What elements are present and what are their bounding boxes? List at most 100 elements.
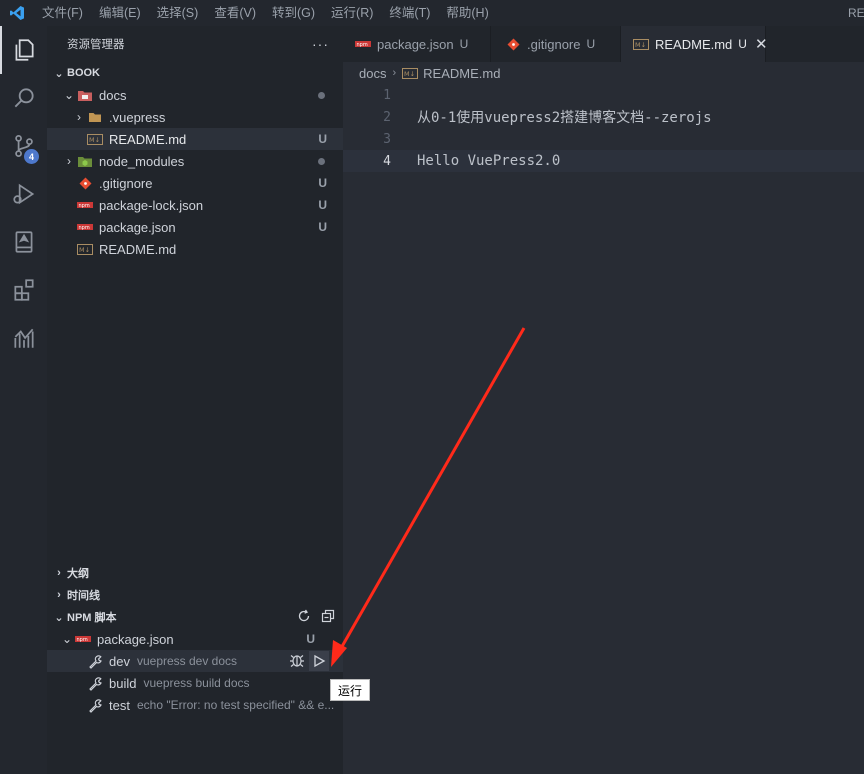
tree-item-node-modules[interactable]: › node_modules	[47, 150, 343, 172]
tab-package-json[interactable]: npm package.json U	[343, 26, 491, 62]
code-line[interactable]: 3	[343, 128, 864, 150]
markdown-file-icon: M↓	[77, 242, 93, 256]
git-status-untracked: U	[318, 198, 327, 212]
menu-selection[interactable]: 选择(S)	[149, 0, 207, 26]
vscode-logo-icon	[0, 0, 34, 26]
tree-item-label: .vuepress	[109, 109, 166, 125]
tree-item-docs[interactable]: ⌄ docs	[47, 84, 343, 106]
breadcrumb-folder[interactable]: docs	[359, 66, 386, 81]
tab-git-status: U	[459, 37, 469, 51]
search-icon[interactable]	[0, 74, 47, 122]
modified-dot	[318, 91, 325, 99]
folder-node-icon	[77, 154, 93, 168]
npm-script-dev[interactable]: dev vuepress dev docs	[47, 650, 343, 672]
script-command: vuepress build docs	[143, 676, 250, 690]
svg-text:M↓: M↓	[79, 246, 90, 254]
analytics-icon[interactable]	[0, 314, 47, 362]
more-actions-icon[interactable]: ···	[312, 36, 329, 52]
explorer-header: 资源管理器 ···	[47, 26, 343, 62]
npm-section-actions	[297, 609, 335, 626]
code-line[interactable]: 2 从0-1使用vuepress2搭建博客文档--zerojs	[343, 106, 864, 128]
svg-text:npm: npm	[357, 42, 368, 48]
chevron-right-icon: ›	[67, 154, 71, 168]
chevron-right-icon: ›	[392, 67, 397, 79]
tab-gitignore[interactable]: .gitignore U	[491, 26, 621, 62]
tree-item-root-readme[interactable]: M↓ README.md	[47, 238, 343, 260]
svg-text:M↓: M↓	[404, 70, 415, 78]
tree-item-label: README.md	[99, 241, 177, 257]
tree-item-package-lock[interactable]: npm package-lock.json U	[47, 194, 343, 216]
folder-icon	[87, 110, 103, 124]
menu-go[interactable]: 转到(G)	[264, 0, 323, 26]
wrench-icon	[87, 676, 103, 691]
git-file-icon	[77, 176, 93, 190]
chevron-down-icon: ⌄	[54, 611, 64, 624]
menu-terminal[interactable]: 终端(T)	[381, 0, 438, 26]
code-lines[interactable]: 1 2 从0-1使用vuepress2搭建博客文档--zerojs 3 4 He…	[343, 84, 864, 172]
script-name: dev	[109, 653, 130, 669]
code-line[interactable]: 1	[343, 84, 864, 106]
chevron-down-icon: ⌄	[61, 632, 73, 646]
editor-tabs: npm package.json U .gitignore U M↓ READM…	[343, 26, 864, 62]
workspace-folder-header[interactable]: ⌄ BOOK	[47, 62, 343, 84]
collapse-all-icon[interactable]	[321, 609, 335, 626]
outline-section-header[interactable]: › 大纲	[47, 562, 343, 584]
breadcrumb: docs › M↓ README.md	[343, 62, 864, 84]
svg-text:npm: npm	[77, 637, 88, 643]
npm-package-json-item[interactable]: ⌄ npm package.json U	[47, 628, 343, 650]
run-script-icon[interactable]	[309, 651, 329, 671]
markdown-file-icon: M↓	[87, 132, 103, 146]
menu-edit[interactable]: 编辑(E)	[91, 0, 149, 26]
wrench-icon	[87, 654, 103, 669]
menu-help[interactable]: 帮助(H)	[438, 0, 496, 26]
npm-file-icon: npm	[355, 40, 371, 48]
tree-item-package-json[interactable]: npm package.json U	[47, 216, 343, 238]
explorer-icon[interactable]	[0, 26, 47, 74]
npm-scripts-section-label: NPM 脚本	[67, 612, 117, 624]
script-command: echo "Error: no test specified" && e...	[136, 698, 335, 712]
tree-item-gitignore[interactable]: .gitignore U	[47, 172, 343, 194]
tab-label: README.md	[655, 36, 733, 52]
source-control-icon[interactable]: 4	[0, 122, 47, 170]
breadcrumb-file[interactable]: README.md	[423, 66, 500, 81]
refresh-icon[interactable]	[297, 609, 311, 626]
title-bar: 文件(F) 编辑(E) 选择(S) 查看(V) 转到(G) 运行(R) 终端(T…	[0, 0, 864, 26]
svg-text:M↓: M↓	[635, 41, 646, 49]
tab-git-status: U	[738, 37, 747, 51]
editor-area: docs › M↓ README.md 1 2 从0-1使用vuepress2搭…	[343, 62, 864, 774]
npm-scripts-section-header[interactable]: ⌄ NPM 脚本	[47, 606, 343, 628]
tree-item-vuepress[interactable]: › .vuepress	[47, 106, 343, 128]
svg-text:npm: npm	[79, 203, 90, 209]
menu-view[interactable]: 查看(V)	[206, 0, 264, 26]
code-line-current[interactable]: 4 Hello VuePress2.0	[343, 150, 864, 172]
tab-readme[interactable]: M↓ README.md U ✕	[621, 26, 768, 62]
chevron-right-icon: ›	[77, 110, 81, 124]
bookmark-icon[interactable]	[0, 218, 47, 266]
npm-file-label: package.json	[97, 631, 174, 647]
menu-run[interactable]: 运行(R)	[323, 0, 381, 26]
line-number: 2	[383, 109, 391, 125]
timeline-section-header[interactable]: › 时间线	[47, 584, 343, 606]
svg-text:npm: npm	[79, 225, 90, 231]
npm-script-test[interactable]: test echo "Error: no test specified" && …	[47, 694, 343, 716]
wrench-icon	[87, 698, 103, 713]
git-file-icon	[505, 38, 521, 51]
debug-script-icon[interactable]	[289, 652, 305, 671]
markdown-file-icon: M↓	[633, 38, 649, 50]
chevron-down-icon: ⌄	[63, 88, 75, 102]
close-tab-icon[interactable]: ✕	[755, 35, 768, 53]
run-debug-icon[interactable]	[0, 170, 47, 218]
chevron-down-icon: ⌄	[54, 67, 64, 80]
npm-script-build[interactable]: build vuepress build docs	[47, 672, 343, 694]
sidebar-bottom-panels: › 大纲 › 时间线 ⌄ NPM 脚本 ⌄ npm package.json U…	[47, 562, 343, 716]
tree-item-label: package-lock.json	[99, 197, 204, 213]
git-status-untracked: U	[318, 176, 327, 190]
menu-file[interactable]: 文件(F)	[34, 0, 91, 26]
line-number: 4	[383, 153, 391, 169]
extensions-icon[interactable]	[0, 266, 47, 314]
script-actions	[289, 651, 329, 671]
chevron-right-icon: ›	[57, 567, 61, 579]
tree-item-docs-readme[interactable]: M↓ README.md U	[47, 128, 343, 150]
chevron-right-icon: ›	[57, 589, 61, 601]
tab-label: .gitignore	[527, 36, 581, 52]
